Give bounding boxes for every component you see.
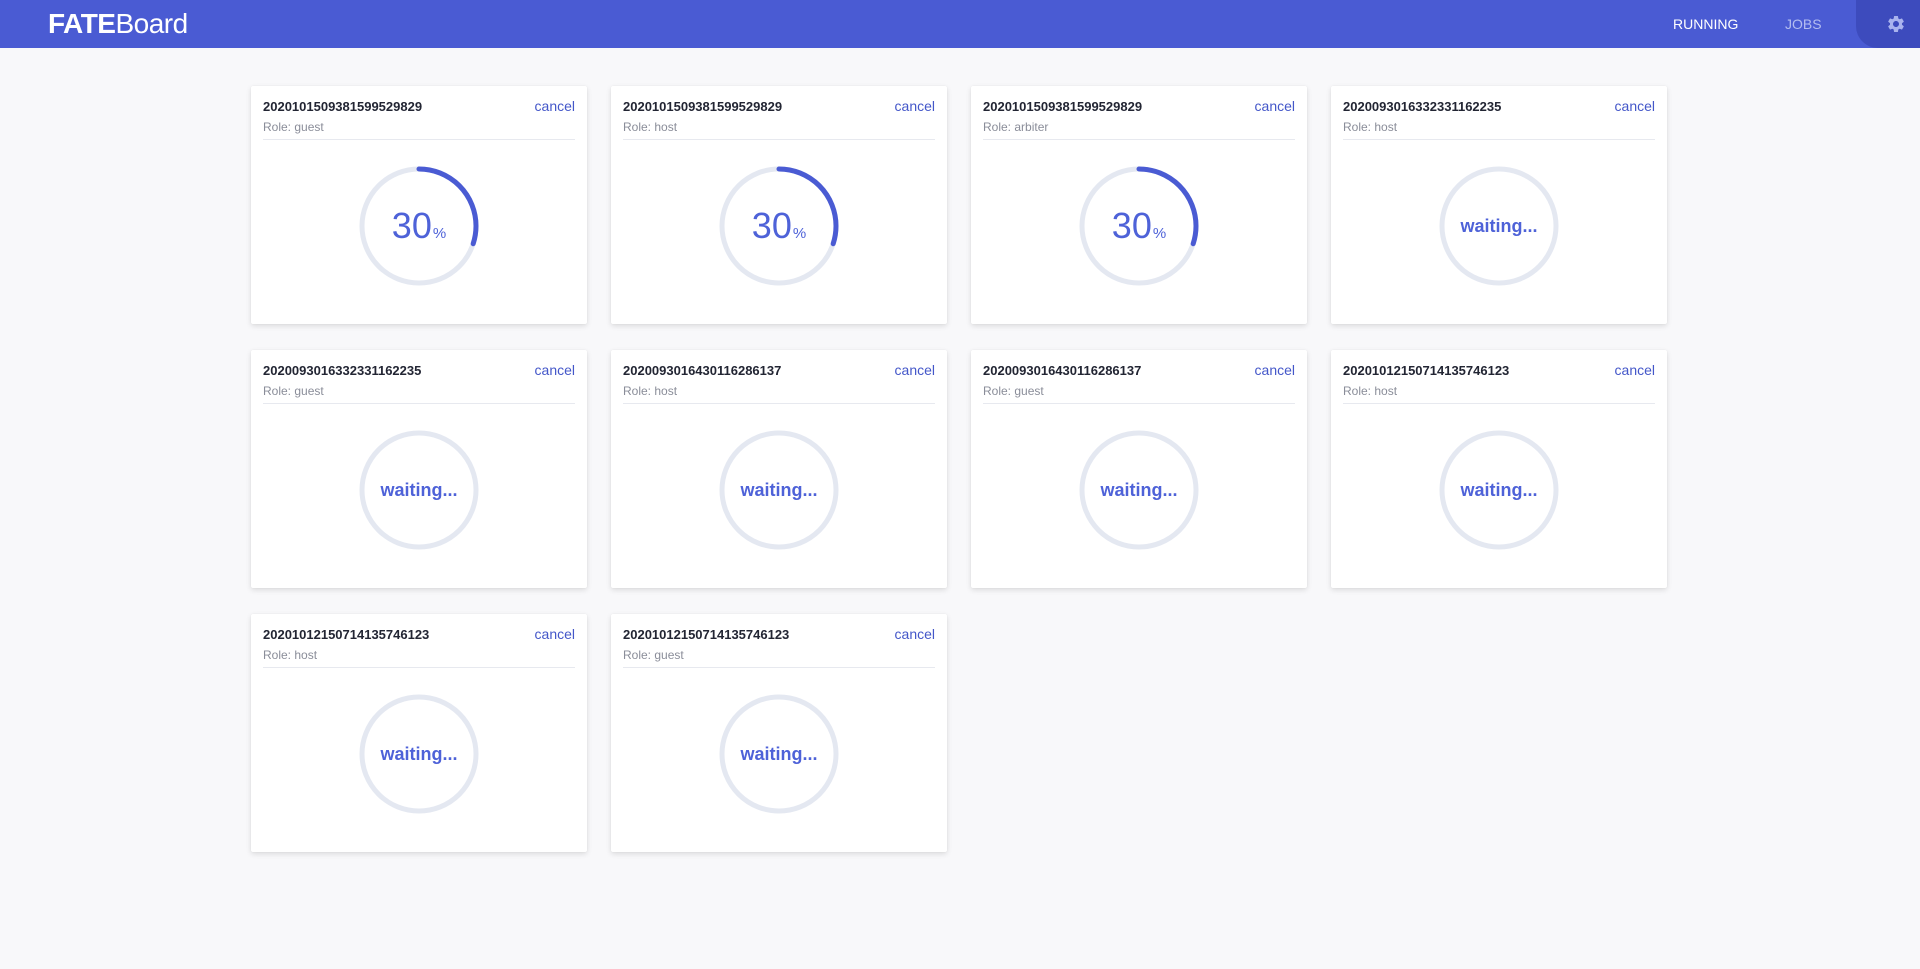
job-card-7: 2020093016430116286137 cancel Role: gues… xyxy=(971,350,1307,588)
waiting-status: waiting... xyxy=(1100,479,1178,500)
job-role: Role: guest xyxy=(623,648,684,662)
fateboard-logo[interactable]: FATEBoard xyxy=(48,8,188,40)
card-divider xyxy=(623,667,935,668)
job-role: Role: host xyxy=(623,384,678,398)
progress-percent-symbol: % xyxy=(792,224,807,242)
cancel-button[interactable]: cancel xyxy=(535,625,575,643)
cancel-button[interactable]: cancel xyxy=(1255,361,1295,379)
card-divider xyxy=(623,403,935,404)
job-card-8: 20201012150714135746123 cancel Role: hos… xyxy=(1331,350,1667,588)
job-id[interactable]: 2020093016430116286137 xyxy=(623,363,781,379)
progress-label: 30% xyxy=(719,166,839,286)
settings-tab xyxy=(1856,0,1920,48)
job-id[interactable]: 2020093016332331162235 xyxy=(1343,99,1501,115)
card-divider xyxy=(1343,139,1655,140)
progress-label: 30% xyxy=(1079,166,1199,286)
logo-bold-text: FATE xyxy=(48,8,116,39)
cancel-button[interactable]: cancel xyxy=(1615,97,1655,115)
job-role: Role: host xyxy=(263,648,318,662)
card-divider xyxy=(263,403,575,404)
card-divider xyxy=(1343,403,1655,404)
job-role: Role: arbiter xyxy=(983,120,1049,134)
progress-label: 30% xyxy=(359,166,479,286)
job-card-5: 2020093016332331162235 cancel Role: gues… xyxy=(251,350,587,588)
card-divider xyxy=(983,139,1295,140)
progress-label: waiting... xyxy=(719,430,839,550)
cancel-button[interactable]: cancel xyxy=(1615,361,1655,379)
job-card-3: 2020101509381599529829 cancel Role: arbi… xyxy=(971,86,1307,324)
cancel-button[interactable]: cancel xyxy=(895,361,935,379)
job-card-2: 2020101509381599529829 cancel Role: host… xyxy=(611,86,947,324)
progress-percent-value: 30 xyxy=(1111,205,1152,246)
logo-rest-text: Board xyxy=(115,8,188,39)
nav-running[interactable]: RUNNING xyxy=(1673,16,1738,32)
progress-label: waiting... xyxy=(359,694,479,814)
job-role: Role: guest xyxy=(263,384,324,398)
cancel-button[interactable]: cancel xyxy=(895,625,935,643)
card-divider xyxy=(263,139,575,140)
cancel-button[interactable]: cancel xyxy=(895,97,935,115)
card-divider xyxy=(263,667,575,668)
job-card-10: 20201012150714135746123 cancel Role: gue… xyxy=(611,614,947,852)
progress-percent-symbol: % xyxy=(432,224,447,242)
progress-percent-symbol: % xyxy=(1152,224,1167,242)
job-id[interactable]: 2020101509381599529829 xyxy=(263,99,422,115)
job-role: Role: guest xyxy=(983,384,1044,398)
progress-label: waiting... xyxy=(719,694,839,814)
waiting-status: waiting... xyxy=(380,479,458,500)
progress-percent-value: 30 xyxy=(391,205,432,246)
job-card-1: 2020101509381599529829 cancel Role: gues… xyxy=(251,86,587,324)
job-id[interactable]: 2020093016332331162235 xyxy=(263,363,421,379)
job-role: Role: host xyxy=(1343,120,1398,134)
progress-label: waiting... xyxy=(359,430,479,550)
job-card-4: 2020093016332331162235 cancel Role: host… xyxy=(1331,86,1667,324)
progress-label: waiting... xyxy=(1079,430,1199,550)
job-card-6: 2020093016430116286137 cancel Role: host… xyxy=(611,350,947,588)
job-id[interactable]: 2020101509381599529829 xyxy=(983,99,1142,115)
cancel-button[interactable]: cancel xyxy=(1255,97,1295,115)
waiting-status: waiting... xyxy=(740,479,818,500)
waiting-status: waiting... xyxy=(740,743,818,764)
card-divider xyxy=(623,139,935,140)
job-role: Role: host xyxy=(623,120,678,134)
cancel-button[interactable]: cancel xyxy=(535,361,575,379)
card-divider xyxy=(983,403,1295,404)
progress-label: waiting... xyxy=(1439,166,1559,286)
cancel-button[interactable]: cancel xyxy=(535,97,575,115)
job-id[interactable]: 2020093016430116286137 xyxy=(983,363,1141,379)
job-id[interactable]: 20201012150714135746123 xyxy=(623,627,789,643)
job-role: Role: host xyxy=(1343,384,1398,398)
job-role: Role: guest xyxy=(263,120,324,134)
top-navbar: FATEBoard RUNNING JOBS xyxy=(0,0,1920,48)
job-card-9: 20201012150714135746123 cancel Role: hos… xyxy=(251,614,587,852)
progress-percent-value: 30 xyxy=(751,205,792,246)
waiting-status: waiting... xyxy=(1460,215,1538,236)
job-id[interactable]: 20201012150714135746123 xyxy=(263,627,429,643)
gear-icon[interactable] xyxy=(1886,14,1906,34)
job-id[interactable]: 20201012150714135746123 xyxy=(1343,363,1509,379)
waiting-status: waiting... xyxy=(380,743,458,764)
nav-jobs[interactable]: JOBS xyxy=(1785,16,1822,32)
job-id[interactable]: 2020101509381599529829 xyxy=(623,99,782,115)
progress-label: waiting... xyxy=(1439,430,1559,550)
waiting-status: waiting... xyxy=(1460,479,1538,500)
